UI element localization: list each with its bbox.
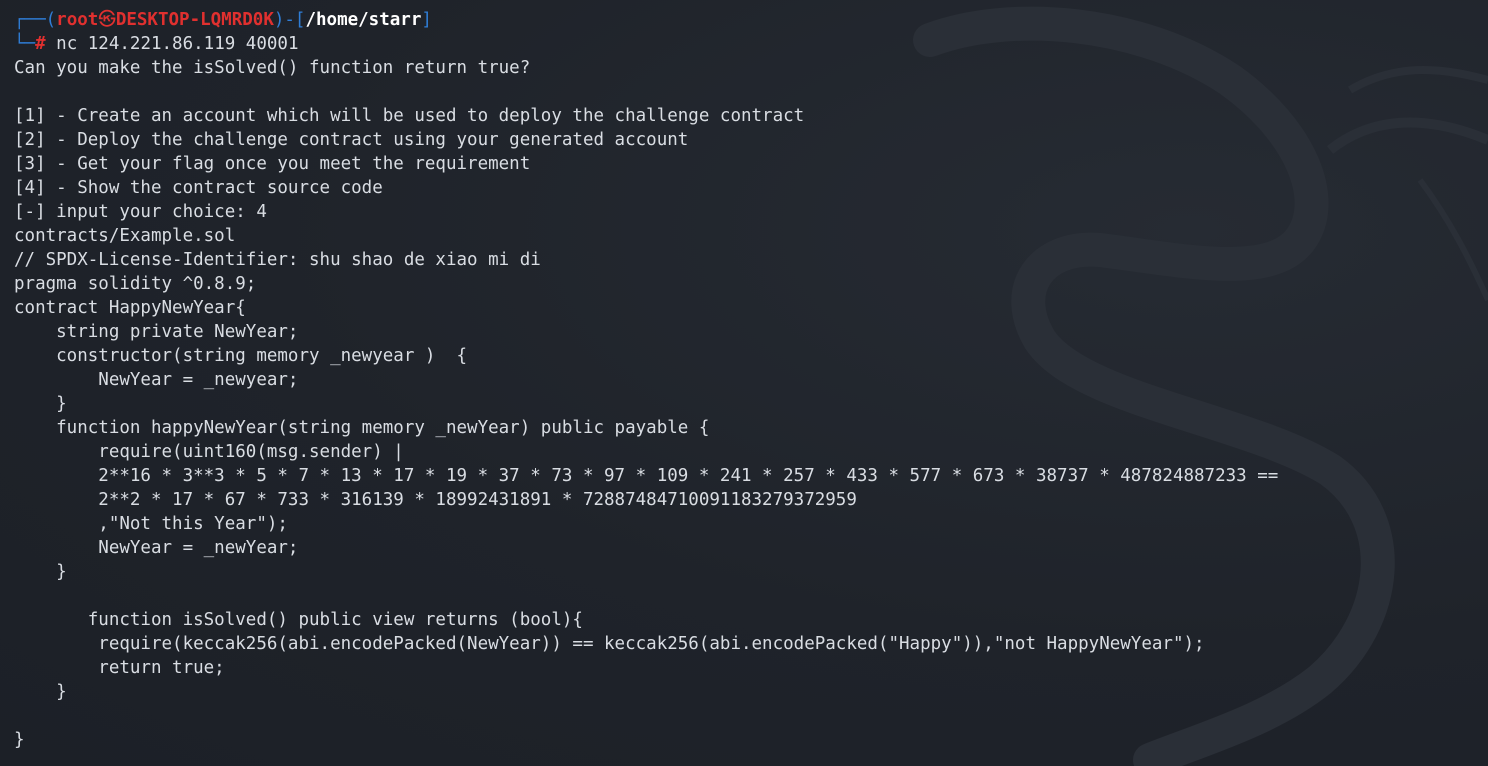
prompt-close: ] [421, 10, 432, 30]
prompt-path: /home/starr [305, 10, 422, 30]
output-line: [3] - Get your flag once you meet the re… [14, 154, 531, 174]
output-line: [-] input your choice: 4 [14, 202, 267, 222]
output-line: require(uint160(msg.sender) | [14, 442, 404, 462]
output-line: 2**16 * 3**3 * 5 * 7 * 13 * 17 * 19 * 37… [14, 466, 1279, 486]
output-line: string private NewYear; [14, 322, 299, 342]
prompt-line-top: ┌──(root㉿DESKTOP-LQMRD0K)-[/home/starr] [14, 8, 1488, 32]
skull-icon: ㉿ [98, 10, 116, 30]
prompt-corner-bottom: └─ [14, 34, 36, 54]
output-line: contracts/Example.sol [14, 226, 236, 246]
output-line: ,"Not this Year"); [14, 514, 288, 534]
prompt-user: root [56, 10, 99, 30]
output-line: NewYear = _newyear; [14, 370, 299, 390]
output-line: } [14, 394, 67, 414]
output-line: function happyNewYear(string memory _new… [14, 418, 710, 438]
prompt-separator: )-[ [273, 10, 306, 30]
prompt-hash: # [35, 34, 46, 54]
terminal-output: ┌──(root㉿DESKTOP-LQMRD0K)-[/home/starr] … [14, 8, 1488, 752]
output-line: 2**2 * 17 * 67 * 733 * 316139 * 18992431… [14, 490, 857, 510]
output-line: // SPDX-License-Identifier: shu shao de … [14, 250, 541, 270]
output-line: } [14, 682, 67, 702]
prompt-corner: ┌──( [14, 10, 57, 30]
prompt-line-command: └─# nc 124.221.86.119 40001 [14, 32, 1488, 56]
output-line: Can you make the isSolved() function ret… [14, 58, 531, 78]
terminal-window[interactable]: ┌──(root㉿DESKTOP-LQMRD0K)-[/home/starr] … [0, 0, 1488, 766]
output-line: return true; [14, 658, 225, 678]
output-line: function isSolved() public view returns … [14, 610, 583, 630]
output-line: } [14, 730, 25, 750]
output-block: Can you make the isSolved() function ret… [14, 56, 1488, 752]
prompt-host: DESKTOP-LQMRD0K [115, 10, 274, 30]
output-line: } [14, 562, 67, 582]
output-line: NewYear = _newYear; [14, 538, 299, 558]
output-line: pragma solidity ^0.8.9; [14, 274, 257, 294]
output-line: contract HappyNewYear{ [14, 298, 246, 318]
output-line: [1] - Create an account which will be us… [14, 106, 805, 126]
command-text: nc 124.221.86.119 40001 [45, 34, 299, 54]
output-line: [2] - Deploy the challenge contract usin… [14, 130, 689, 150]
output-line: constructor(string memory _newyear ) { [14, 346, 468, 366]
output-line: require(keccak256(abi.encodePacked(NewYe… [14, 634, 1205, 654]
output-line: [4] - Show the contract source code [14, 178, 383, 198]
